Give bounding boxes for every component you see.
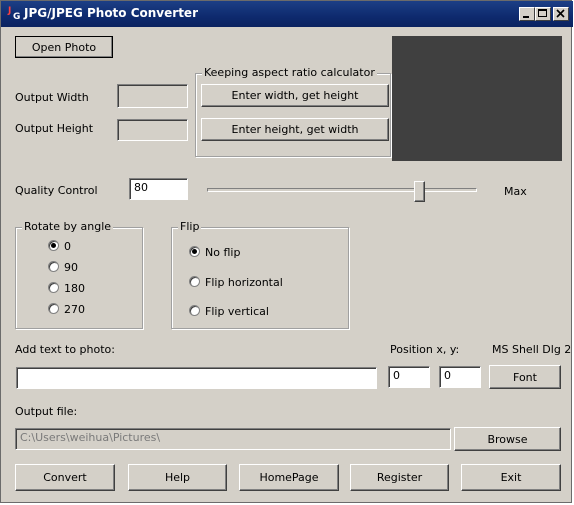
register-button[interactable]: Register (350, 464, 449, 491)
output-width-field[interactable] (117, 84, 188, 108)
rotate-0-radio[interactable] (48, 240, 59, 251)
no-flip-radio[interactable] (189, 246, 200, 257)
flip-vertical-label: Flip vertical (205, 305, 269, 318)
photo-preview (392, 36, 562, 161)
flip-horizontal-label: Flip horizontal (205, 276, 283, 289)
rotate-group-title: Rotate by angle (22, 220, 114, 233)
rotate-90-label: 90 (64, 261, 78, 274)
overlay-text-input[interactable] (16, 367, 377, 389)
main-window: JG JPG/JPEG Photo Converter Open Photo O… (0, 0, 573, 503)
rotate-90-radio[interactable] (48, 261, 59, 272)
open-photo-button[interactable]: Open Photo (15, 36, 113, 58)
rotate-270-radio[interactable] (48, 303, 59, 314)
flip-vertical-radio[interactable] (189, 305, 200, 316)
rotate-180-radio[interactable] (48, 282, 59, 293)
window-title: JPG/JPEG Photo Converter (24, 6, 198, 20)
add-text-label: Add text to photo: (15, 343, 115, 356)
maximize-icon[interactable] (535, 7, 551, 21)
rotate-180-label: 180 (64, 282, 85, 295)
output-height-field[interactable] (117, 119, 188, 141)
position-y-input[interactable]: 0 (439, 366, 481, 388)
output-height-label: Output Height (15, 122, 94, 135)
quality-label: Quality Control (15, 184, 98, 197)
flip-group-title: Flip (178, 220, 202, 233)
quality-max-label: Max (504, 185, 527, 198)
font-name-label: MS Shell Dlg 2 (492, 343, 572, 356)
quality-slider-track[interactable] (207, 188, 477, 192)
aspect-ratio-group-title: Keeping aspect ratio calculator (202, 66, 377, 79)
title-bar[interactable]: JG JPG/JPEG Photo Converter (1, 1, 573, 27)
font-button[interactable]: Font (489, 365, 561, 389)
flip-horizontal-radio[interactable] (189, 276, 200, 287)
position-label: Position x, y: (390, 343, 460, 356)
app-icon: JG (8, 6, 21, 22)
output-width-label: Output Width (15, 91, 89, 104)
rotate-270-label: 270 (64, 303, 85, 316)
output-file-field[interactable]: C:\Users\weihua\Pictures\ (15, 428, 451, 450)
width-to-height-button[interactable]: Enter width, get height (201, 84, 389, 107)
help-button[interactable]: Help (128, 464, 227, 491)
browse-button[interactable]: Browse (454, 427, 561, 451)
no-flip-label: No flip (205, 246, 241, 259)
quality-input[interactable]: 80 (129, 178, 188, 200)
quality-slider-thumb[interactable] (414, 181, 425, 202)
close-icon[interactable] (553, 7, 569, 21)
exit-button[interactable]: Exit (461, 464, 561, 491)
rotate-0-label: 0 (64, 240, 71, 253)
output-file-label: Output file: (15, 405, 78, 418)
position-x-input[interactable]: 0 (388, 366, 430, 388)
homepage-button[interactable]: HomePage (239, 464, 339, 491)
minimize-icon[interactable] (519, 7, 535, 21)
height-to-width-button[interactable]: Enter height, get width (201, 118, 389, 141)
convert-button[interactable]: Convert (15, 464, 115, 491)
